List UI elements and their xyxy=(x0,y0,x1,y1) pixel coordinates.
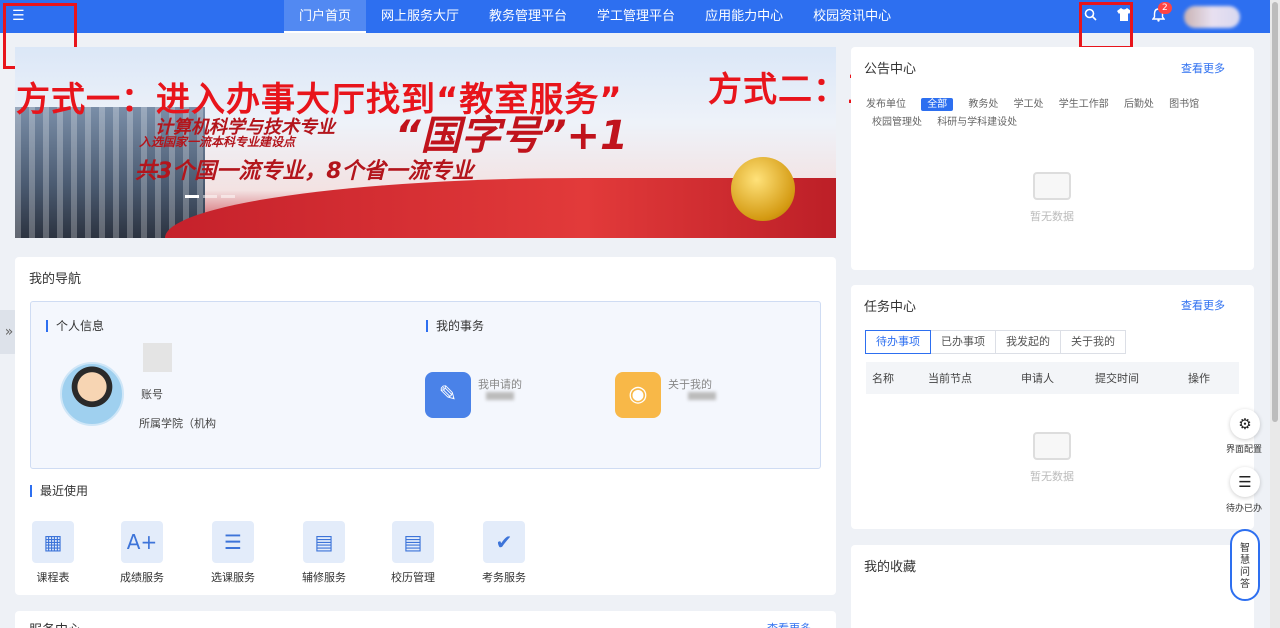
scrollbar-thumb[interactable] xyxy=(1272,2,1278,422)
app-label: 成绩服务 xyxy=(120,571,164,584)
app-exam-service[interactable]: ✔ 考务服务 xyxy=(469,521,539,585)
task-tabs: 待办事项 已办事项 我发起的 关于我的 xyxy=(865,330,1126,354)
category-student-office[interactable]: 学工处 xyxy=(1014,99,1044,110)
category-logistics[interactable]: 后勤处 xyxy=(1124,99,1154,110)
notice-empty-state: 暂无数据 xyxy=(1012,172,1092,224)
app-grades[interactable]: A+ 成绩服务 xyxy=(107,521,177,585)
service-center-title: 服务中心 xyxy=(29,619,81,628)
nav-online-service-hall[interactable]: 网上服务大厅 xyxy=(366,0,474,33)
todo-label: 待办已办 xyxy=(1226,504,1263,514)
tab-initiated[interactable]: 我发起的 xyxy=(995,330,1061,354)
gold-medal-icon xyxy=(731,157,795,221)
user-avatar[interactable] xyxy=(1184,5,1240,28)
carousel-dots[interactable] xyxy=(185,195,235,198)
calendar-icon: ▦ xyxy=(32,521,74,563)
my-applications-count xyxy=(486,392,514,400)
nav-student-affairs-platform[interactable]: 学工管理平台 xyxy=(582,0,690,33)
grade-icon: A+ xyxy=(121,521,163,563)
avatar xyxy=(60,362,124,426)
banner-line2: 入选国家一流本科专业建设点 xyxy=(139,135,296,149)
college-label: 所属学院（机构 xyxy=(139,417,216,430)
category-library[interactable]: 图书馆 xyxy=(1169,99,1199,110)
notice-more-link[interactable]: 查看更多 xyxy=(1181,60,1225,76)
col-name: 名称 xyxy=(872,372,894,385)
app-timetable[interactable]: ▦ 课程表 xyxy=(18,521,88,585)
my-navigation-title: 我的导航 xyxy=(29,272,82,287)
notification-badge: 2 xyxy=(1158,1,1172,14)
gear-icon[interactable]: ⚙ xyxy=(1230,409,1260,439)
about-me-count xyxy=(688,392,716,400)
app-label: 考务服务 xyxy=(482,571,526,584)
service-center-more-link[interactable]: 查看更多 xyxy=(767,620,811,628)
settings-label: 界面配置 xyxy=(1226,445,1263,455)
user-photo-placeholder xyxy=(143,343,172,372)
nav-app-center[interactable]: 应用能力中心 xyxy=(690,0,798,33)
notice-category-row: 发布单位 全部 教务处 学工处 学生工作部 后勤处 图书馆 xyxy=(866,95,1211,111)
app-calendar[interactable]: ▤ 校历管理 xyxy=(378,521,448,585)
task-more-link[interactable]: 查看更多 xyxy=(1181,297,1225,313)
notice-center-title: 公告中心 xyxy=(864,62,917,77)
category-academic-office[interactable]: 教务处 xyxy=(968,99,998,110)
tab-done[interactable]: 已办事项 xyxy=(930,330,996,354)
col-actions: 操作 xyxy=(1188,372,1210,385)
col-current-node: 当前节点 xyxy=(928,372,972,385)
app-label: 校历管理 xyxy=(391,571,435,584)
nav-campus-news[interactable]: 校园资讯中心 xyxy=(798,0,906,33)
account-label: 账号 xyxy=(141,388,163,401)
publisher-label: 发布单位 xyxy=(866,99,906,110)
task-empty-text: 暂无数据 xyxy=(1030,470,1074,483)
bell-icon[interactable]: 2 xyxy=(1150,1,1172,26)
category-all[interactable]: 全部 xyxy=(921,98,954,111)
task-table-header: 名称 当前节点 申请人 提交时间 操作 xyxy=(866,362,1239,394)
search-highlight-box xyxy=(1079,2,1133,49)
favorites-title: 我的收藏 xyxy=(864,560,917,575)
edit-icon[interactable]: ✎ xyxy=(425,372,471,418)
task-center-card: 任务中心 查看更多 xyxy=(851,285,1254,529)
task-empty-state: 暂无数据 xyxy=(1012,432,1092,484)
empty-box-icon xyxy=(1033,172,1071,200)
exam-doc-icon: ✔ xyxy=(483,521,525,563)
recent-use-label: 最近使用 xyxy=(30,485,88,497)
notice-empty-text: 暂无数据 xyxy=(1030,210,1074,223)
person-icon[interactable]: ◉ xyxy=(615,372,661,418)
course-select-icon: ☰ xyxy=(212,521,254,563)
personal-info-label: 个人信息 xyxy=(46,320,104,332)
ai-qa-label: 智慧问答 xyxy=(1240,543,1250,590)
col-submit-time: 提交时间 xyxy=(1095,372,1139,385)
notice-center-card: 公告中心 查看更多 xyxy=(851,47,1254,270)
col-applicant: 申请人 xyxy=(1021,372,1054,385)
ai-qa-button[interactable]: 智慧问答 xyxy=(1230,529,1260,601)
folder-icon: ▤ xyxy=(303,521,345,563)
favorites-card: 我的收藏 xyxy=(851,545,1254,628)
folder-icon: ▤ xyxy=(392,521,434,563)
main-nav: 门户首页 网上服务大厅 教务管理平台 学工管理平台 应用能力中心 校园资讯中心 xyxy=(284,0,906,33)
my-applications-label[interactable]: 我申请的 xyxy=(478,376,522,392)
empty-box-icon xyxy=(1033,432,1071,460)
app-minor[interactable]: ▤ 辅修服务 xyxy=(289,521,359,585)
category-student-work[interactable]: 学生工作部 xyxy=(1059,99,1109,110)
category-research[interactable]: 科研与学科建设处 xyxy=(937,117,1017,128)
tab-todo[interactable]: 待办事项 xyxy=(865,330,931,354)
my-affairs-label: 我的事务 xyxy=(426,320,484,332)
app-label: 选课服务 xyxy=(211,571,255,584)
page-scrollbar[interactable] xyxy=(1270,0,1280,628)
app-label: 课程表 xyxy=(36,571,70,584)
service-center-card: 服务中心 查看更多 xyxy=(15,611,836,628)
nav-portal-home[interactable]: 门户首页 xyxy=(284,0,367,33)
category-campus-management[interactable]: 校园管理处 xyxy=(872,117,922,128)
nav-academic-platform[interactable]: 教务管理平台 xyxy=(474,0,582,33)
tab-related[interactable]: 关于我的 xyxy=(1060,330,1126,354)
banner-line3: 共3个国一流专业，8个省一流专业 xyxy=(135,159,474,184)
notice-category-row-2: 校园管理处 科研与学科建设处 xyxy=(872,113,1029,128)
about-me-label[interactable]: 关于我的 xyxy=(668,376,712,392)
app-label: 辅修服务 xyxy=(302,571,346,584)
app-course-selection[interactable]: ☰ 选课服务 xyxy=(198,521,268,585)
todo-list-icon[interactable]: ☰ xyxy=(1230,467,1260,497)
annotation-method1: 方式一：进入办事大厅找到“教室服务” xyxy=(16,80,623,120)
task-center-title: 任务中心 xyxy=(864,300,917,315)
